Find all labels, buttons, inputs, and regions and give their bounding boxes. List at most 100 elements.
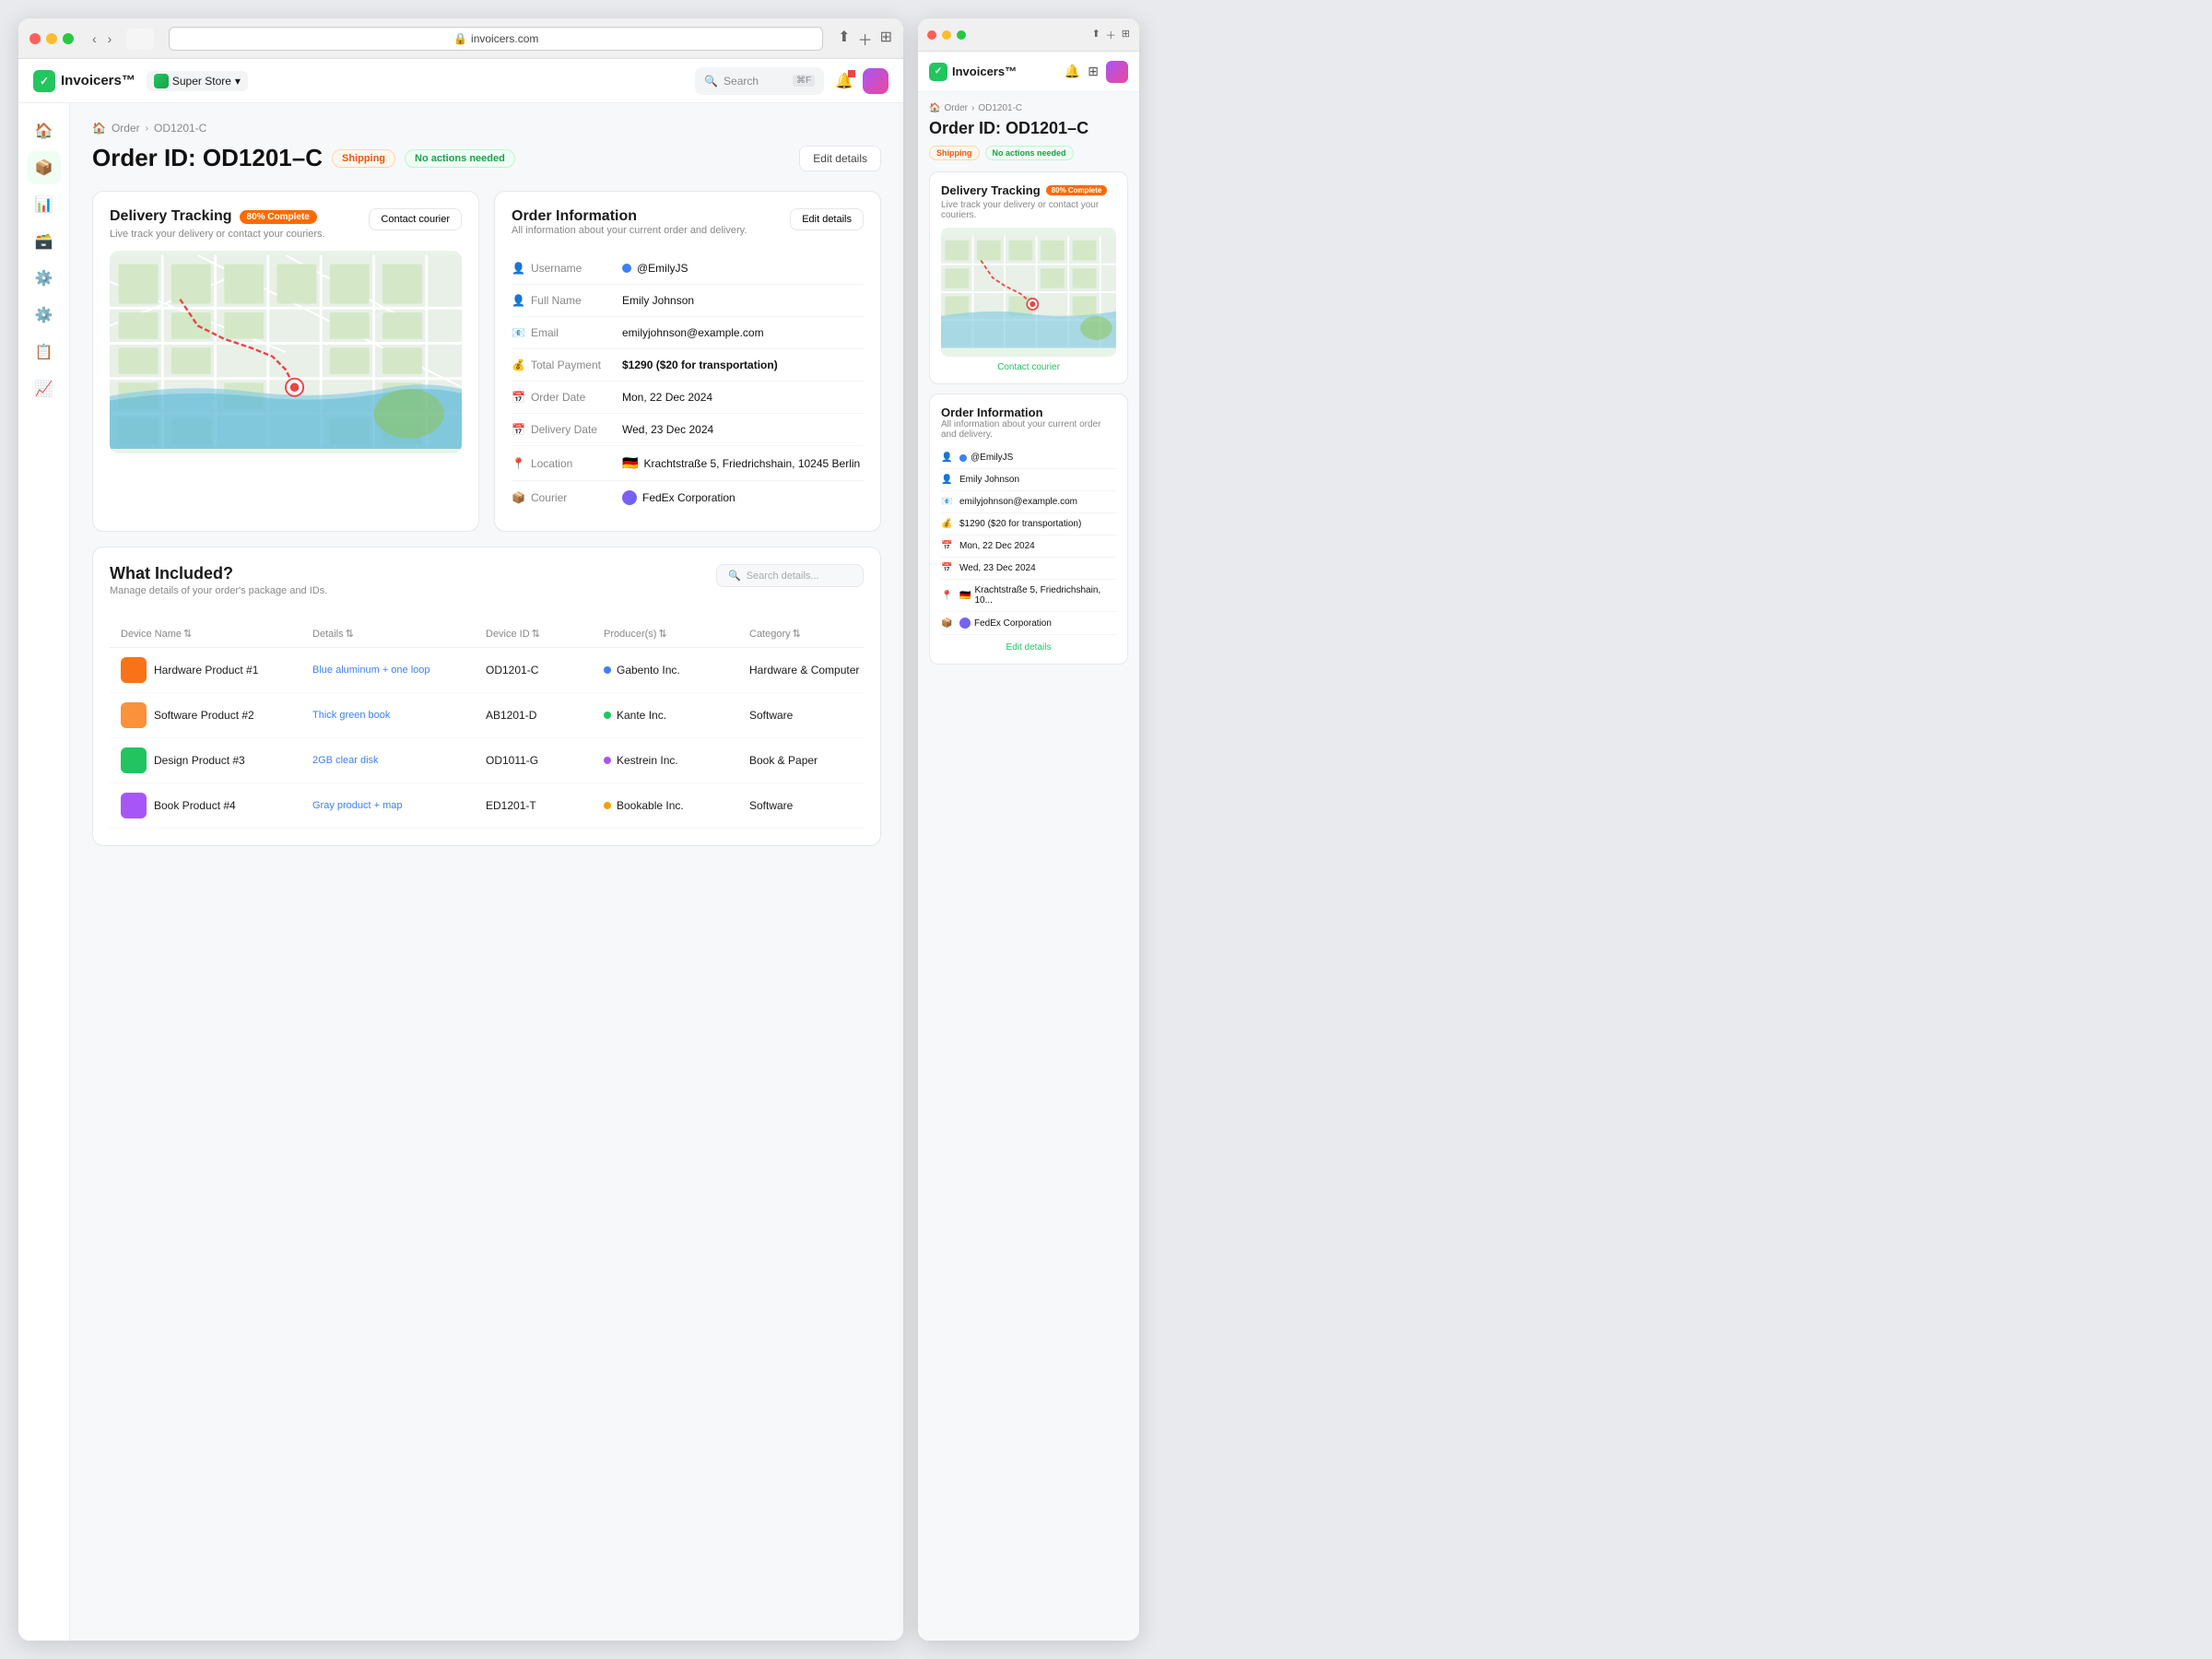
what-included-subtitle: Manage details of your order's package a… (110, 585, 327, 596)
sidebar-item-settings-alt[interactable]: ⚙️ (28, 299, 61, 332)
side-bell-icon[interactable]: 🔔 (1065, 64, 1080, 79)
side-fullscreen-button[interactable] (957, 30, 966, 40)
new-tab-icon[interactable]: ＋ (858, 28, 873, 50)
info-row-fullname: 👤 Full Name Emily Johnson (512, 285, 864, 317)
side-delivery-tracking-card: Delivery Tracking 80% Complete Live trac… (929, 171, 1128, 384)
delivery-tracking-header: Delivery Tracking 80% Complete (110, 208, 325, 225)
side-edit-details-link[interactable]: Edit details (941, 642, 1116, 653)
product-icon-3 (121, 747, 147, 773)
info-row-order-date: 📅 Order Date Mon, 22 Dec 2024 (512, 382, 864, 414)
search-bar[interactable]: 🔍 Search ⌘F (695, 67, 824, 95)
what-included-title: What Included? (110, 564, 327, 583)
product-cell-4: Book Product #4 (121, 793, 305, 818)
search-placeholder: Search (724, 75, 759, 88)
side-minimize-button[interactable] (942, 30, 951, 40)
delivery-tracking-title: Delivery Tracking (110, 208, 232, 225)
side-grid-icon[interactable]: ⊞ (1122, 28, 1130, 42)
order-info-fields: 👤 Username @EmilyJS (512, 253, 864, 514)
browser-titlebar: ‹ › 🔒 invoicers.com ⬆ ＋ ⊞ (18, 18, 903, 59)
table-row: Software Product #2 Thick green book AB1… (110, 693, 864, 738)
sidebar-item-packages[interactable]: 📦 (28, 151, 61, 184)
breadcrumb-separator: › (146, 124, 148, 134)
url-bar[interactable]: 🔒 invoicers.com (169, 27, 823, 51)
col-category[interactable]: Category ⇅ (749, 628, 897, 640)
side-breadcrumb-home-icon: 🏠 (929, 103, 940, 113)
side-contact-courier-link[interactable]: Contact courier (941, 362, 1116, 372)
sort-icon-2: ⇅ (346, 628, 354, 640)
sidebar-item-inventory[interactable]: 🗃️ (28, 225, 61, 258)
fullscreen-button[interactable] (63, 33, 74, 44)
side-breadcrumb-sep: › (971, 103, 974, 113)
bell-icon[interactable]: 🔔 (835, 72, 853, 90)
side-delivery-title: Delivery Tracking (941, 183, 1041, 197)
back-button[interactable]: ‹ (88, 29, 100, 48)
person-icon: 👤 (512, 294, 525, 307)
device-id-cell-2: AB1201-D (486, 709, 596, 722)
page-title: Order ID: OD1201–C (92, 144, 323, 172)
side-info-row-payment: 💰 $1290 ($20 for transportation) (941, 513, 1116, 535)
search-details-input[interactable]: 🔍 Search details... (716, 564, 864, 587)
order-info-edit-button[interactable]: Edit details (790, 208, 864, 230)
user-avatar[interactable] (863, 68, 888, 94)
sidebar-item-reports[interactable]: 📋 (28, 335, 61, 369)
side-close-button[interactable] (927, 30, 936, 40)
order-info-card: Order Information All information about … (494, 191, 881, 532)
search-details-placeholder: Search details... (747, 571, 819, 582)
info-row-courier: 📦 Courier FedEx Corporation (512, 481, 864, 514)
sidebar-item-analytics[interactable]: 📊 (28, 188, 61, 221)
side-plus-icon[interactable]: ＋ (1106, 28, 1116, 42)
sort-icon-4: ⇅ (658, 628, 666, 640)
traffic-lights (29, 33, 74, 44)
forward-button[interactable]: › (104, 29, 116, 48)
sidebar-item-settings-gear[interactable]: ⚙️ (28, 262, 61, 295)
side-breadcrumb-parent[interactable]: Order (944, 103, 968, 113)
tab-control (126, 29, 154, 49)
store-selector[interactable]: Super Store ▾ (147, 71, 248, 91)
info-value-username: @EmilyJS (622, 262, 864, 275)
side-app-header: ✓ Invoicers™ 🔔 ⊞ (918, 52, 1139, 92)
side-info-row-courier: 📦 FedEx Corporation (941, 612, 1116, 635)
chevron-down-icon: ▾ (235, 75, 241, 88)
producer-dot-4 (604, 802, 611, 809)
side-user-icon: 👤 (941, 453, 954, 463)
table-row: Hardware Product #1 Blue aluminum + one … (110, 648, 864, 693)
app-logo: ✓ Invoicers™ (33, 70, 135, 92)
producer-cell-2: Kante Inc. (604, 709, 742, 722)
category-cell-4: Software (749, 799, 897, 812)
logo-icon: ✓ (33, 70, 55, 92)
url-text: invoicers.com (471, 32, 538, 45)
order-info-subtitle: All information about your current order… (512, 225, 747, 236)
share-icon[interactable]: ⬆ (838, 28, 850, 50)
side-user-avatar[interactable] (1106, 61, 1128, 83)
side-logo-text: Invoicers™ (952, 65, 1017, 78)
user-icon: 👤 (512, 262, 525, 275)
side-fedex-icon (959, 618, 971, 629)
calendar-icon: 📅 (512, 391, 525, 404)
breadcrumb-parent[interactable]: Order (112, 122, 140, 135)
courier-icon: 📦 (512, 491, 525, 504)
store-icon (154, 74, 169, 88)
producer-cell-4: Bookable Inc. (604, 799, 742, 812)
col-producers[interactable]: Producer(s) ⇅ (604, 628, 742, 640)
side-email-icon: 📧 (941, 497, 954, 507)
product-cell-2: Software Product #2 (121, 702, 305, 728)
sidebar: 🏠 📦 📊 🗃️ ⚙️ ⚙️ 📋 📈 (18, 103, 70, 1641)
store-name: Super Store (172, 75, 231, 88)
col-details[interactable]: Details ⇅ (312, 628, 478, 640)
breadcrumb-home-icon: 🏠 (92, 122, 106, 135)
delivery-map (110, 251, 462, 453)
sidebar-item-charts[interactable]: 📈 (28, 372, 61, 406)
side-share-icon[interactable]: ⬆ (1092, 28, 1100, 42)
app-body: 🏠 📦 📊 🗃️ ⚙️ ⚙️ 📋 📈 🏠 Order › OD1201-C (18, 103, 903, 1641)
close-button[interactable] (29, 33, 41, 44)
minimize-button[interactable] (46, 33, 57, 44)
side-grid-apps-icon[interactable]: ⊞ (1088, 64, 1099, 79)
col-device-name[interactable]: Device Name ⇅ (121, 628, 305, 640)
grid-icon[interactable]: ⊞ (880, 28, 892, 50)
contact-courier-button[interactable]: Contact courier (369, 208, 462, 230)
col-device-id[interactable]: Device ID ⇅ (486, 628, 596, 640)
sidebar-item-home[interactable]: 🏠 (28, 114, 61, 147)
edit-details-button[interactable]: Edit details (799, 146, 881, 171)
product-cell-1: Hardware Product #1 (121, 657, 305, 683)
titlebar-actions: ⬆ ＋ ⊞ (838, 28, 892, 50)
